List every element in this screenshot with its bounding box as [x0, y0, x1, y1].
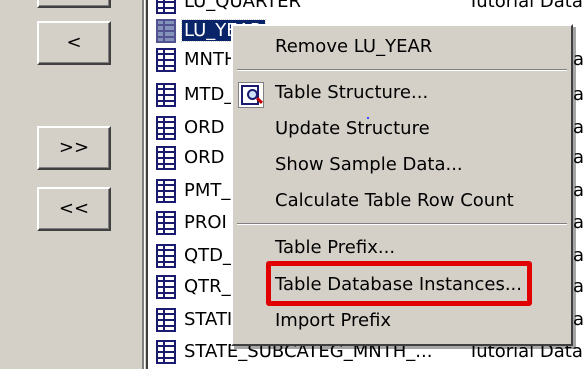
table-name: ORD — [184, 147, 225, 168]
table-icon — [156, 339, 176, 364]
table-description-fragment: a — [573, 276, 585, 297]
menu-item-table-structure[interactable]: Table Structure... — [275, 80, 428, 106]
table-description-fragment: a — [573, 147, 585, 168]
table-description: Tutorial Data — [468, 0, 583, 12]
table-description-fragment: a — [573, 180, 585, 201]
table-icon — [156, 274, 176, 299]
table-icon — [156, 115, 176, 140]
menu-item-table-prefix[interactable]: Table Prefix... — [275, 235, 395, 261]
move-all-left-button[interactable]: << — [37, 187, 111, 231]
table-description-fragment: a — [573, 84, 585, 105]
table-name: MNTH — [184, 49, 238, 70]
table-icon — [156, 210, 176, 235]
top-partial-button[interactable] — [37, 0, 111, 8]
pane-divider — [142, 0, 145, 369]
menu-item-import-prefix[interactable]: Import Prefix — [275, 308, 391, 334]
table-name: STATI — [184, 309, 233, 330]
table-name: MTD_ — [184, 84, 234, 105]
table-description-fragment: a — [573, 309, 585, 330]
table-icon — [156, 145, 176, 170]
move-all-right-button[interactable]: >> — [37, 126, 111, 170]
table-description-fragment: a — [573, 49, 585, 70]
menu-item-update-structure[interactable]: Update Structure — [275, 116, 430, 142]
table-name: LU_QUARTER — [184, 0, 302, 12]
menu-item-remove[interactable]: Remove LU_YEAR — [275, 34, 432, 60]
table-description-fragment: a — [573, 245, 585, 266]
table-icon — [156, 307, 176, 332]
table-name: QTR_ — [184, 276, 231, 297]
left-pane: < >> << — [0, 0, 142, 369]
table-icon — [156, 18, 176, 43]
table-name: PMT_ — [184, 180, 231, 201]
table-structure-icon — [238, 82, 264, 108]
highlight-annotation — [266, 261, 532, 306]
menu-item-show-sample-data[interactable]: Show Sample Data... — [275, 152, 463, 178]
menu-separator — [237, 69, 567, 71]
table-icon — [156, 178, 176, 203]
table-icon — [156, 47, 176, 72]
table-name: ORD — [184, 117, 225, 138]
table-icon — [156, 243, 176, 268]
table-name: QTD_ — [184, 245, 233, 266]
table-description-fragment: a — [573, 117, 585, 138]
table-icon — [156, 82, 176, 107]
menu-item-calculate-row-count[interactable]: Calculate Table Row Count — [275, 188, 514, 214]
cursor-dot — [367, 117, 369, 119]
menu-separator — [237, 223, 567, 225]
move-left-button[interactable]: < — [37, 21, 111, 65]
table-description-fragment: a — [573, 212, 585, 233]
table-row[interactable]: LU_QUARTER Tutorial Data — [148, 0, 586, 16]
table-name: PROI — [184, 212, 227, 233]
table-icon — [156, 0, 176, 14]
